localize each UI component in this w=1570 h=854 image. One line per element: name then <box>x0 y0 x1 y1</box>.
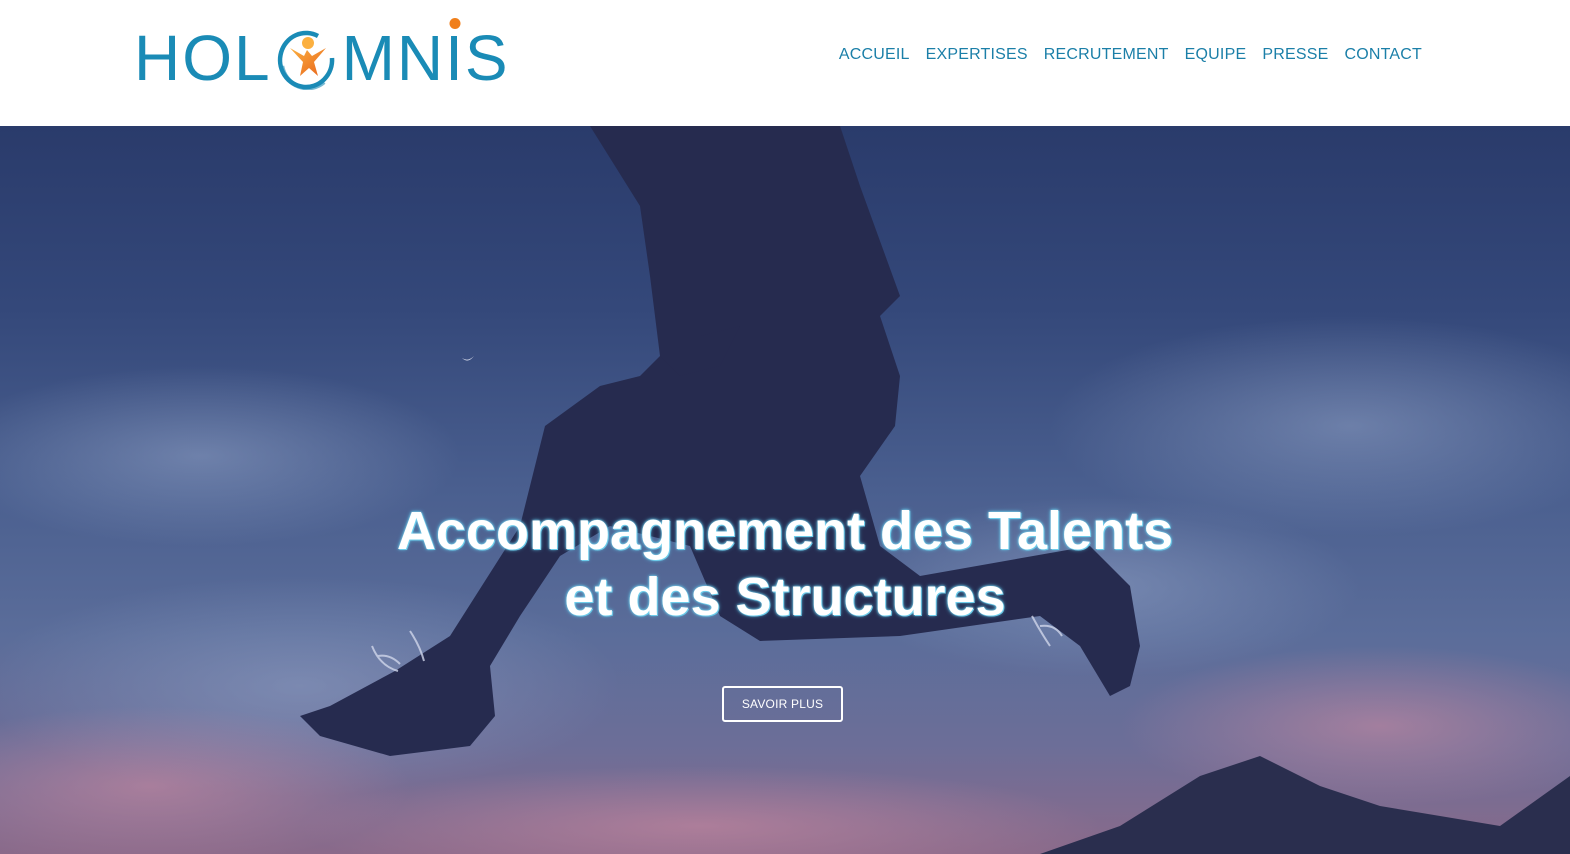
nav-item-accueil[interactable]: ACCUEIL <box>839 44 910 66</box>
logo-text-right-b: S <box>464 22 510 94</box>
hero-title-line-2: et des Structures <box>564 567 1006 627</box>
hero-title-line-1: Accompagnement des Talents <box>396 501 1174 561</box>
nav-item-equipe[interactable]: EQUIPE <box>1185 44 1247 66</box>
nav-item-contact[interactable]: CONTACT <box>1344 44 1422 66</box>
jumping-person-silhouette-at-dusk-image <box>0 126 1570 854</box>
nav-item-recrutement[interactable]: RECRUTEMENT <box>1044 44 1169 66</box>
hero-section: Accompagnement des Talents et des Struct… <box>0 126 1570 854</box>
person-in-circle-icon <box>274 26 340 91</box>
site-header: HOL MN I S ACCUEIL EXPERTISES RECRUTEMEN… <box>0 0 1570 126</box>
logo-text-right-a: MN <box>341 22 446 94</box>
savoir-plus-button[interactable]: SAVOIR PLUS <box>722 686 843 722</box>
nav-item-expertises[interactable]: EXPERTISES <box>926 44 1028 66</box>
main-nav: ACCUEIL EXPERTISES RECRUTEMENT EQUIPE PR… <box>839 44 1422 66</box>
logo-letter-i: I <box>445 18 465 90</box>
nav-item-presse[interactable]: PRESSE <box>1262 44 1328 66</box>
logo-text-left: HOL <box>134 22 272 94</box>
hero-title: Accompagnement des Talents et des Struct… <box>285 498 1285 630</box>
logo-dot <box>449 18 461 29</box>
site-logo[interactable]: HOL MN I S <box>134 18 508 94</box>
logo-wordmark: HOL MN I S <box>134 18 510 94</box>
